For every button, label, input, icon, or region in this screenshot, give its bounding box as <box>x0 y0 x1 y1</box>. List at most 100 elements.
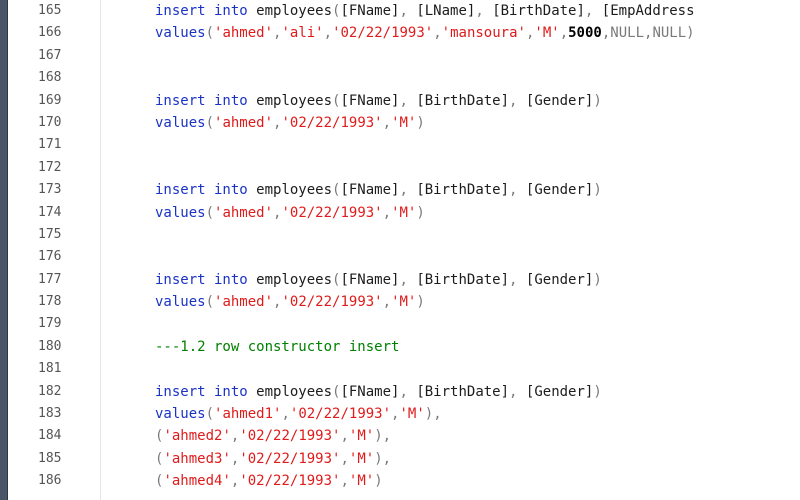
code-line[interactable]: 177 insert into employees([FName], [Birth… <box>0 269 800 291</box>
sql-identifier: [FName] <box>340 92 400 109</box>
line-number: 177 <box>38 271 62 287</box>
code-line[interactable]: 179 <box>0 313 800 335</box>
line-number: 174 <box>38 204 62 220</box>
sql-keyword: insert into <box>155 383 257 400</box>
code-text[interactable]: insert into employees([FName], [BirthDat… <box>155 269 602 291</box>
sql-identifier: [Gender] <box>525 271 594 288</box>
code-line[interactable]: 176 <box>0 246 800 268</box>
line-number: 178 <box>38 294 62 310</box>
code-text[interactable]: values('ahmed','02/22/1993','M') <box>155 112 425 134</box>
sql-identifier: [BirthDate] <box>492 3 585 19</box>
code-line[interactable]: 167 <box>0 45 800 67</box>
sql-identifier: [FName] <box>340 3 400 19</box>
code-text[interactable]: ('ahmed4','02/22/1993','M') <box>155 470 383 492</box>
sql-punctuation: , <box>559 25 569 42</box>
sql-identifier: employees <box>256 92 333 109</box>
code-line[interactable]: 178 values('ahmed','02/22/1993','M') <box>0 291 800 313</box>
code-line[interactable]: 172 <box>0 157 800 179</box>
code-line[interactable]: 182 insert into employees([FName], [Birth… <box>0 381 800 403</box>
sql-punctuation: ) <box>593 92 602 109</box>
code-line[interactable]: 168 <box>0 67 800 89</box>
sql-punctuation: , <box>399 383 417 400</box>
sql-punctuation: ( <box>205 406 215 423</box>
code-text[interactable]: insert into employees([FName], [BirthDat… <box>155 381 602 403</box>
sql-identifier: employees <box>256 383 333 400</box>
code-line[interactable]: 175 <box>0 224 800 246</box>
code-line[interactable]: 165 insert into employees([FName], [LName… <box>0 0 800 22</box>
code-text[interactable]: insert into employees([FName], [BirthDat… <box>155 90 602 112</box>
sql-identifier: [Gender] <box>525 383 594 400</box>
sql-identifier: [Gender] <box>525 92 594 109</box>
sql-punctuation: , <box>399 3 417 19</box>
sql-punctuation: , <box>340 450 349 467</box>
code-line[interactable]: 166 values('ahmed','ali','02/22/1993','ma… <box>0 22 800 44</box>
sql-string-literal: 'M' <box>391 204 417 221</box>
sql-identifier: employees <box>256 271 333 288</box>
line-number: 170 <box>38 114 62 130</box>
sql-punctuation: ( <box>205 25 215 42</box>
sql-identifier: [EmpAddress <box>601 3 695 19</box>
code-line[interactable]: 184 ('ahmed2','02/22/1993','M'), <box>0 425 800 447</box>
code-text[interactable]: ('ahmed3','02/22/1993','M'), <box>155 448 391 470</box>
code-line[interactable]: 186 ('ahmed4','02/22/1993','M') <box>0 470 800 492</box>
sql-string-literal: 'ahmed3' <box>163 450 231 467</box>
sql-identifier: [BirthDate] <box>416 92 510 109</box>
code-line[interactable]: 169 insert into employees([FName], [Birth… <box>0 90 800 112</box>
code-text[interactable]: values('ahmed1','02/22/1993','M'), <box>155 403 442 425</box>
code-line[interactable]: 183 values('ahmed1','02/22/1993','M'), <box>0 403 800 425</box>
code-lines[interactable]: 165 insert into employees([FName], [LName… <box>0 0 800 493</box>
sql-punctuation: , <box>509 383 526 400</box>
sql-identifier: [BirthDate] <box>416 383 510 400</box>
sql-keyword: insert into <box>155 92 257 109</box>
sql-punctuation: , <box>475 3 493 19</box>
sql-punctuation: , <box>382 294 392 311</box>
code-text[interactable]: ---1.2 row constructor insert <box>155 336 399 358</box>
line-number: 179 <box>38 316 62 332</box>
code-line[interactable]: 170 values('ahmed','02/22/1993','M') <box>0 112 800 134</box>
code-line[interactable]: 180 ---1.2 row constructor insert <box>0 336 800 358</box>
sql-string-literal: '02/22/1993' <box>289 406 392 423</box>
code-line[interactable]: 173 insert into employees([FName], [Birth… <box>0 179 800 201</box>
code-line[interactable]: 181 <box>0 358 800 380</box>
code-line[interactable]: 185 ('ahmed3','02/22/1993','M'), <box>0 448 800 470</box>
sql-identifier: [FName] <box>340 182 400 199</box>
line-number: 180 <box>38 338 62 354</box>
code-text[interactable]: values('ahmed','ali','02/22/1993','manso… <box>155 22 695 44</box>
code-text[interactable]: insert into employees([FName], [BirthDat… <box>155 179 602 201</box>
line-number: 175 <box>38 226 62 242</box>
code-line[interactable]: 171 <box>0 134 800 156</box>
sql-punctuation: ( <box>205 114 215 131</box>
sql-punctuation: ), <box>374 450 392 467</box>
sql-punctuation: , <box>509 271 526 288</box>
sql-punctuation: , <box>340 428 349 445</box>
code-text[interactable]: ('ahmed2','02/22/1993','M'), <box>155 425 391 447</box>
line-number: 176 <box>38 249 62 265</box>
sql-string-literal: 'ahmed4' <box>163 473 231 490</box>
code-text[interactable]: values('ahmed','02/22/1993','M') <box>155 202 425 224</box>
sql-string-literal: 'ahmed' <box>214 294 274 311</box>
sql-null-keyword: NULL <box>610 25 644 42</box>
sql-string-literal: '02/22/1993' <box>281 294 383 311</box>
sql-string-literal: '02/22/1993' <box>239 473 341 490</box>
sql-string-literal: 'M' <box>399 406 425 423</box>
sql-punctuation: ) <box>416 114 425 131</box>
line-number: 184 <box>38 428 62 444</box>
sql-keyword: values <box>155 114 206 131</box>
sql-editor[interactable]: 165 insert into employees([FName], [LName… <box>0 0 800 500</box>
sql-comment: ---1.2 row constructor insert <box>155 338 400 355</box>
sql-string-literal: 'M' <box>534 25 560 42</box>
sql-punctuation: ) <box>686 25 695 42</box>
sql-string-literal: 'mansoura' <box>441 25 526 42</box>
sql-punctuation: , <box>382 114 392 131</box>
sql-string-literal: 'ali' <box>281 25 324 42</box>
code-line[interactable]: 174 values('ahmed','02/22/1993','M') <box>0 202 800 224</box>
sql-punctuation: , <box>509 92 526 109</box>
sql-punctuation: , <box>433 25 442 42</box>
code-text[interactable]: values('ahmed','02/22/1993','M') <box>155 291 425 313</box>
code-text[interactable]: insert into employees([FName], [LName], … <box>155 0 695 22</box>
sql-string-literal: 'ahmed1' <box>214 406 282 423</box>
line-number: 172 <box>38 159 62 175</box>
sql-punctuation: , <box>399 182 417 199</box>
sql-punctuation: , <box>281 406 290 423</box>
sql-punctuation: ) <box>593 383 602 400</box>
